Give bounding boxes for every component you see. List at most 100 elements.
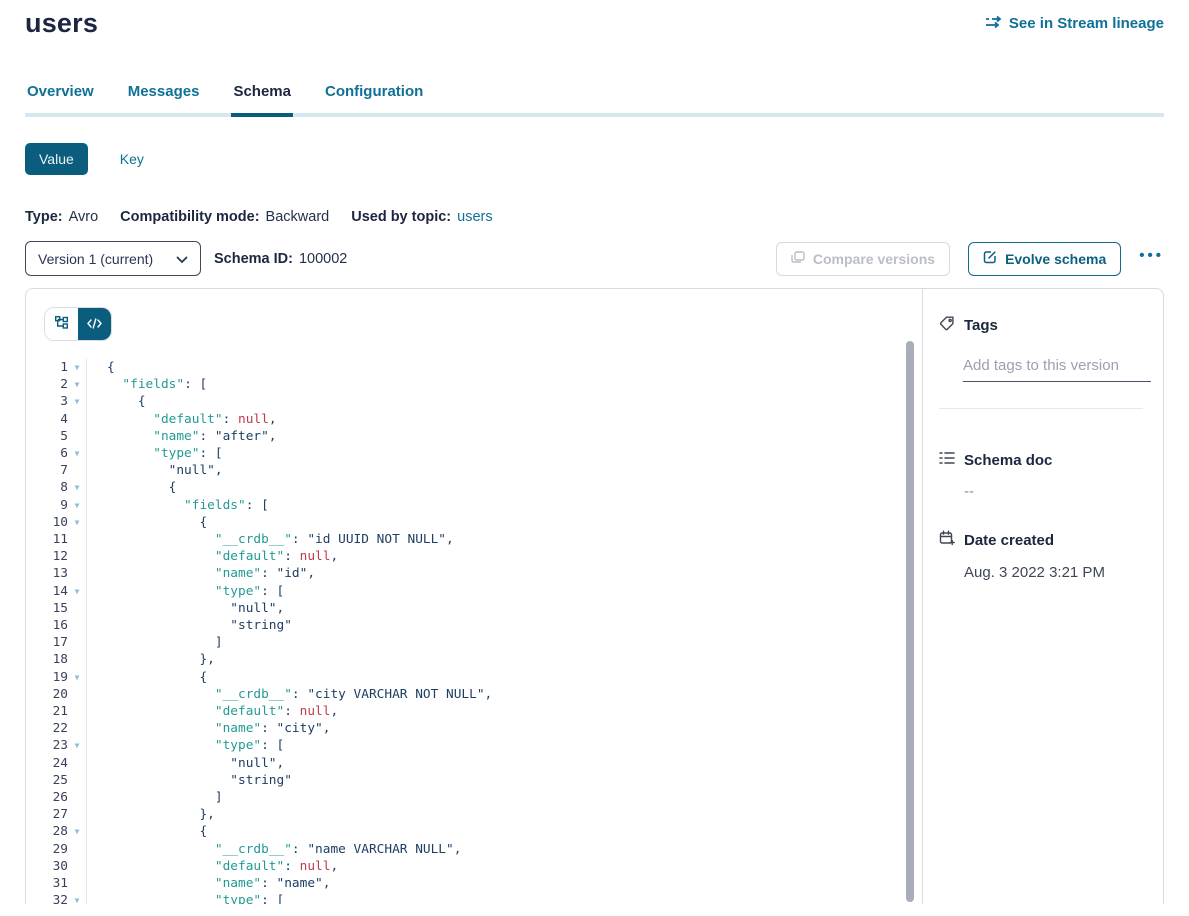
fold-toggle-icon[interactable]: ▼ (68, 669, 86, 686)
compat-value: Backward (266, 209, 330, 225)
code-line: 28▼ { (26, 823, 922, 840)
tab-overview[interactable]: Overview (25, 83, 96, 113)
line-number: 30 (26, 858, 68, 875)
date-created-heading: Date created (939, 530, 1151, 550)
topic-link[interactable]: users (457, 209, 492, 225)
code-text: { (86, 479, 922, 496)
edit-icon (983, 250, 997, 267)
more-actions-button[interactable]: ••• (1139, 247, 1164, 270)
code-line: 2▼ "fields": [ (26, 376, 922, 393)
code-line: 18 }, (26, 651, 922, 668)
fold-spacer (68, 651, 86, 668)
code-line: 13 "name": "id", (26, 565, 922, 582)
fold-toggle-icon[interactable]: ▼ (68, 359, 86, 376)
code-line: 12 "default": null, (26, 548, 922, 565)
fold-spacer (68, 789, 86, 806)
line-number: 9 (26, 497, 68, 514)
key-tab-button[interactable]: Key (114, 150, 150, 168)
fold-spacer (68, 600, 86, 617)
line-number: 4 (26, 411, 68, 428)
fold-spacer (68, 565, 86, 582)
schema-sidebar: Tags Schema doc -- (923, 289, 1163, 904)
schema-doc-value: -- (964, 483, 1151, 500)
fold-spacer (68, 806, 86, 823)
tags-title: Tags (964, 317, 998, 334)
code-text: }, (86, 806, 922, 823)
code-line: 17 ] (26, 634, 922, 651)
code-text: { (86, 823, 922, 840)
code-text: "default": null, (86, 703, 922, 720)
tag-icon (939, 315, 955, 335)
code-line: 31 "name": "name", (26, 875, 922, 892)
date-created-title: Date created (964, 532, 1054, 549)
evolve-schema-button[interactable]: Evolve schema (968, 242, 1121, 276)
schema-id: Schema ID: 100002 (214, 251, 347, 267)
line-number: 32 (26, 892, 68, 904)
line-number: 15 (26, 600, 68, 617)
fold-toggle-icon[interactable]: ▼ (68, 376, 86, 393)
line-number: 22 (26, 720, 68, 737)
fold-toggle-icon[interactable]: ▼ (68, 737, 86, 754)
code-line: 4 "default": null, (26, 411, 922, 428)
line-number: 18 (26, 651, 68, 668)
editor-scrollbar[interactable] (906, 341, 914, 902)
schema-detail-panel: 1▼{2▼ "fields": [3▼ {4 "default": null,5… (25, 288, 1164, 904)
line-number: 25 (26, 772, 68, 789)
fold-toggle-icon[interactable]: ▼ (68, 497, 86, 514)
fold-toggle-icon[interactable]: ▼ (68, 823, 86, 840)
fold-spacer (68, 875, 86, 892)
tree-view-button[interactable] (45, 308, 78, 340)
fold-toggle-icon[interactable]: ▼ (68, 393, 86, 410)
code-view-icon (87, 317, 102, 332)
see-in-stream-lineage-link[interactable]: See in Stream lineage (985, 15, 1164, 33)
code-text: "name": "id", (86, 565, 922, 582)
code-line: 5 "name": "after", (26, 428, 922, 445)
schema-code-editor[interactable]: 1▼{2▼ "fields": [3▼ {4 "default": null,5… (26, 359, 922, 904)
tab-messages[interactable]: Messages (126, 83, 202, 113)
compare-icon (791, 251, 805, 267)
schema-id-value: 100002 (299, 251, 347, 267)
fold-spacer (68, 703, 86, 720)
code-line: 22 "name": "city", (26, 720, 922, 737)
compare-versions-button[interactable]: Compare versions (776, 242, 950, 276)
used-by-topic: Used by topic: users (351, 209, 492, 225)
date-created-value: Aug. 3 2022 3:21 PM (964, 564, 1151, 581)
schema-meta-row: Type: Avro Compatibility mode: Backward … (25, 209, 1164, 225)
calendar-plus-icon (939, 530, 955, 550)
tab-configuration[interactable]: Configuration (323, 83, 425, 113)
code-view-button[interactable] (78, 308, 111, 340)
code-line: 29 "__crdb__": "name VARCHAR NULL", (26, 841, 922, 858)
fold-toggle-icon[interactable]: ▼ (68, 583, 86, 600)
line-number: 14 (26, 583, 68, 600)
fold-spacer (68, 755, 86, 772)
schema-doc-heading: Schema doc (939, 451, 1151, 469)
code-line: 11 "__crdb__": "id UUID NOT NULL", (26, 531, 922, 548)
line-number: 8 (26, 479, 68, 496)
fold-toggle-icon[interactable]: ▼ (68, 892, 86, 904)
tree-view-icon (55, 316, 68, 332)
page-title: users (25, 8, 98, 39)
version-select[interactable]: Version 1 (current) (25, 241, 201, 276)
schema-page: users See in Stream lineage Overview Mess… (0, 0, 1189, 904)
fold-toggle-icon[interactable]: ▼ (68, 445, 86, 462)
line-number: 12 (26, 548, 68, 565)
fold-toggle-icon[interactable]: ▼ (68, 514, 86, 531)
evolve-schema-label: Evolve schema (1005, 251, 1106, 267)
code-text: "name": "city", (86, 720, 922, 737)
code-line: 30 "default": null, (26, 858, 922, 875)
value-key-toggle: Value Key (25, 143, 1164, 175)
code-text: "name": "name", (86, 875, 922, 892)
value-tab-button[interactable]: Value (25, 143, 88, 175)
code-text: "__crdb__": "city VARCHAR NOT NULL", (86, 686, 922, 703)
line-number: 16 (26, 617, 68, 634)
add-tags-input[interactable] (963, 357, 1151, 382)
code-line: 20 "__crdb__": "city VARCHAR NOT NULL", (26, 686, 922, 703)
line-number: 20 (26, 686, 68, 703)
line-number: 23 (26, 737, 68, 754)
code-text: "default": null, (86, 411, 922, 428)
schema-id-label: Schema ID: (214, 251, 293, 267)
version-actions: Compare versions Evolve schema ••• (776, 242, 1164, 276)
tab-schema[interactable]: Schema (231, 83, 293, 117)
fold-toggle-icon[interactable]: ▼ (68, 479, 86, 496)
compat-label: Compatibility mode: (120, 209, 259, 225)
